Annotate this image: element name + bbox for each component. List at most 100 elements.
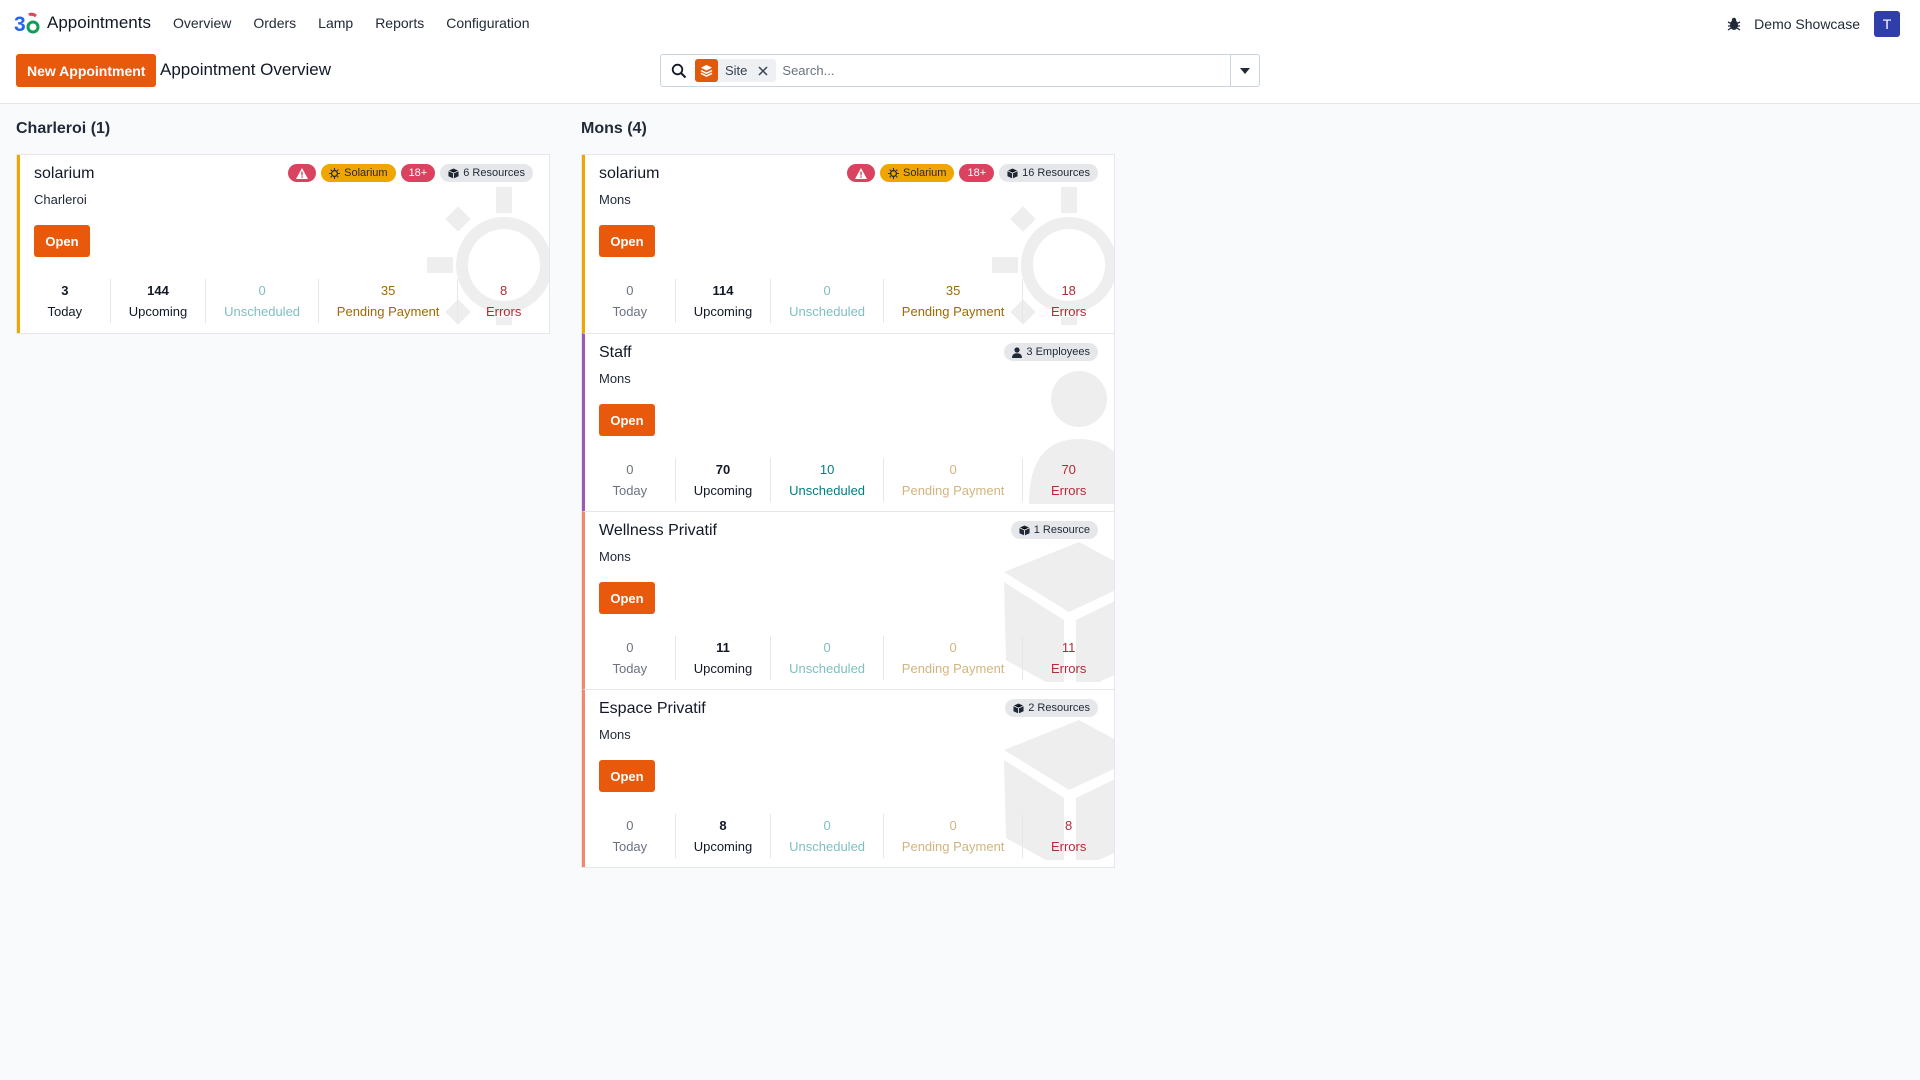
app-name[interactable]: Appointments [47, 13, 151, 33]
card-stats: 0 Today 70 Upcoming 10 Unscheduled 0 Pending… [585, 458, 1114, 502]
stat-upcoming[interactable]: 144 Upcoming [109, 279, 206, 323]
open-button[interactable]: Open [599, 582, 655, 614]
card-site: Charleroi [34, 192, 87, 207]
open-button[interactable]: Open [599, 404, 655, 436]
card-espace-privatif: Espace Privatif Mons 2 Resources Open 0T… [582, 689, 1114, 867]
stat-today[interactable]: 3 Today [20, 279, 110, 323]
stat-today[interactable]: 0 Today [585, 458, 675, 502]
open-button[interactable]: Open [599, 225, 655, 257]
menu-orders[interactable]: Orders [253, 15, 296, 31]
card-title[interactable]: Wellness Privatif [599, 522, 717, 540]
stat-today[interactable]: 0 Today [585, 636, 675, 680]
stat-errors[interactable]: 8 Errors [1022, 814, 1114, 858]
stat-upcoming[interactable]: 8 Upcoming [674, 814, 771, 858]
systray: Demo Showcase T [1726, 11, 1900, 37]
open-button[interactable]: Open [34, 225, 90, 257]
card-site: Mons [599, 192, 631, 207]
open-button[interactable]: Open [599, 760, 655, 792]
close-icon[interactable] [754, 59, 772, 82]
search-icon[interactable] [671, 63, 687, 79]
employees-badge: 3 Employees [1004, 343, 1098, 361]
user-avatar[interactable]: T [1874, 11, 1900, 37]
card-badges: 3 Employees [1004, 343, 1098, 361]
menu-lamp[interactable]: Lamp [318, 15, 353, 31]
card-badges: Solarium 18+ 16 Resources [847, 164, 1098, 182]
card-stats: 3 Today 144 Upcoming 0 Unscheduled 35 Pendin… [20, 279, 549, 323]
warning-badge [288, 164, 317, 182]
caret-down-icon [1240, 67, 1250, 74]
stat-upcoming[interactable]: 11 Upcoming [674, 636, 771, 680]
resources-badge: 16 Resources [999, 164, 1098, 182]
age-badge: 18+ [400, 164, 436, 182]
card-staff: Staff Mons 3 Employees Open 0 Today 70 Upc… [582, 333, 1114, 511]
top-navbar: 3 Appointments Overview Orders Lamp Repo… [0, 0, 1920, 46]
bug-icon[interactable] [1726, 16, 1742, 32]
card-stats: 0 Today 114 Upcoming 0 Unscheduled 35 Pendin… [585, 279, 1114, 323]
search-options-toggle[interactable] [1230, 55, 1259, 86]
group-title: Mons (4) [581, 120, 647, 137]
layers-icon [695, 59, 718, 82]
stat-today[interactable]: 0 Today [585, 814, 675, 858]
stat-pending-payment[interactable]: 35 Pending Payment [317, 279, 457, 323]
warning-icon [296, 167, 309, 179]
sun-icon [329, 167, 341, 179]
stat-errors[interactable]: 11 Errors [1022, 636, 1114, 680]
resources-badge: 6 Resources [440, 164, 533, 182]
cube-icon [448, 167, 459, 179]
stat-upcoming[interactable]: 114 Upcoming [674, 279, 771, 323]
control-panel: New Appointment Appointment Overview Sit… [0, 46, 1920, 104]
app-logo-icon[interactable]: 3 [14, 11, 40, 35]
stat-pending-payment[interactable]: 0 Pending Payment [882, 458, 1022, 502]
stat-pending-payment[interactable]: 0 Pending Payment [882, 636, 1022, 680]
card-stats: 0 Today 11 Upcoming 0 Unscheduled 0 Pending … [585, 636, 1114, 680]
breadcrumb: Appointment Overview [160, 60, 332, 79]
card-list: solarium Charleroi Solarium 18+ 6 Resour… [16, 154, 550, 334]
search-bar: Site [660, 54, 1260, 87]
stat-pending-payment[interactable]: 35 Pending Payment [882, 279, 1022, 323]
svg-text:3: 3 [14, 13, 26, 35]
card-badges: 1 Resource [1010, 521, 1098, 539]
stat-unscheduled[interactable]: 10 Unscheduled [770, 458, 883, 502]
card-site: Mons [599, 371, 631, 386]
search-input[interactable] [776, 55, 1230, 86]
stat-unscheduled[interactable]: 0 Unscheduled [205, 279, 318, 323]
stat-today[interactable]: 0 Today [585, 279, 675, 323]
stat-pending-payment[interactable]: 0 Pending Payment [882, 814, 1022, 858]
card-badges: 2 Resources [1005, 699, 1098, 717]
group-charleroi: Charleroi (1) solarium Charleroi Solariu… [16, 120, 550, 334]
card-title[interactable]: Staff [599, 344, 632, 362]
sun-icon [888, 167, 900, 179]
card-title[interactable]: solarium [34, 165, 94, 183]
card-solarium-charleroi: solarium Charleroi Solarium 18+ 6 Resour… [17, 155, 549, 333]
stat-unscheduled[interactable]: 0 Unscheduled [770, 279, 883, 323]
cube-icon [1013, 702, 1024, 714]
stat-errors[interactable]: 8 Errors [457, 279, 549, 323]
card-site: Mons [599, 549, 631, 564]
cube-icon [1007, 167, 1018, 179]
card-title[interactable]: Espace Privatif [599, 700, 706, 718]
card-title[interactable]: solarium [599, 165, 659, 183]
group-title: Charleroi (1) [16, 120, 111, 137]
stat-unscheduled[interactable]: 0 Unscheduled [770, 636, 883, 680]
category-badge: Solarium [321, 164, 396, 182]
stat-errors[interactable]: 18 Errors [1022, 279, 1114, 323]
new-appointment-button[interactable]: New Appointment [16, 54, 157, 87]
card-solarium-mons: solarium Mons Solarium 18+ 16 Resources … [582, 155, 1114, 333]
group-mons: Mons (4) solarium Mons Solarium 18+ 16 R… [581, 120, 1115, 868]
stat-upcoming[interactable]: 70 Upcoming [674, 458, 771, 502]
card-site: Mons [599, 727, 631, 742]
category-badge: Solarium [880, 164, 955, 182]
stat-errors[interactable]: 70 Errors [1022, 458, 1114, 502]
card-stats: 0 Today 8 Upcoming 0 Unscheduled 0 Pending P… [585, 814, 1114, 858]
cube-icon [1019, 524, 1030, 536]
facet-label: Site [725, 63, 748, 78]
company-switcher[interactable]: Demo Showcase [1754, 16, 1860, 32]
search-facet: Site [695, 59, 777, 82]
menu-reports[interactable]: Reports [375, 15, 424, 31]
main-menu: Overview Orders Lamp Reports Configurati… [173, 15, 552, 31]
card-badges: Solarium 18+ 6 Resources [288, 164, 533, 182]
menu-overview[interactable]: Overview [173, 15, 231, 31]
menu-configuration[interactable]: Configuration [446, 15, 529, 31]
stat-unscheduled[interactable]: 0 Unscheduled [770, 814, 883, 858]
age-badge: 18+ [959, 164, 995, 182]
